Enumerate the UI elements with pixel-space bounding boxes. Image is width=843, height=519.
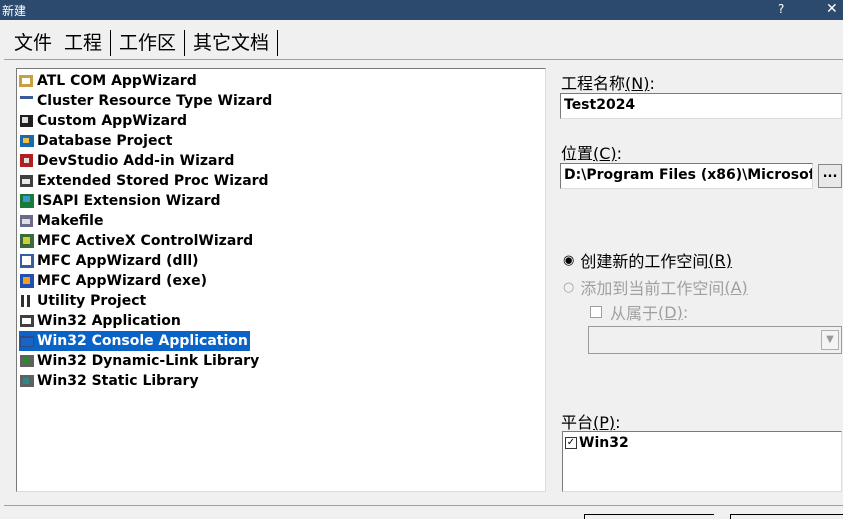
tab-divider xyxy=(110,30,112,56)
makefile-icon xyxy=(19,213,35,229)
tab-projects[interactable]: 工程 xyxy=(58,29,109,57)
list-item-cluster-resource-type-wizard[interactable]: Cluster Resource Type Wizard xyxy=(19,91,272,111)
mfc-dll-icon xyxy=(19,253,35,269)
win32-app-icon xyxy=(19,313,35,329)
list-item-custom-appwizard[interactable]: Custom AppWizard xyxy=(19,111,187,131)
dialog-divider xyxy=(4,505,843,506)
help-icon[interactable]: ? xyxy=(778,2,784,16)
list-item-label: Makefile xyxy=(37,213,104,229)
list-item-utility-project[interactable]: Utility Project xyxy=(19,291,146,311)
atl-wizard-icon xyxy=(19,73,35,89)
list-item-label: DevStudio Add-in Wizard xyxy=(37,153,235,169)
list-item-win32-application[interactable]: Win32 Application xyxy=(19,311,181,331)
list-item-label: Custom AppWizard xyxy=(37,113,187,129)
location-input[interactable]: D:\Program Files (x86)\Microsoft xyxy=(560,163,813,189)
checkbox-checked-icon: ✓ xyxy=(565,437,577,449)
list-item-mfc-activex-controlwizard[interactable]: MFC ActiveX ControlWizard xyxy=(19,231,253,251)
project-name-input[interactable]: Test2024 xyxy=(560,93,842,119)
list-item-win32-console-application[interactable]: Win32 Console Application xyxy=(19,331,250,351)
tab-workspaces[interactable]: 工作区 xyxy=(113,29,182,57)
list-item-atl-com-appwizard[interactable]: ATL COM AppWizard xyxy=(19,71,197,91)
lib-icon xyxy=(19,373,35,389)
create-new-workspace-radio[interactable]: ◉ 创建新的工作空间 (R) xyxy=(563,248,732,272)
console-icon xyxy=(19,333,35,349)
platform-label: 平台(P): xyxy=(561,413,621,432)
project-name-label: 工程名称(N): xyxy=(561,74,655,93)
tab-files[interactable]: 文件 xyxy=(8,29,58,57)
mfc-exe-icon xyxy=(19,273,35,289)
list-item-extended-stored-proc-wizard[interactable]: Extended Stored Proc Wizard xyxy=(19,171,269,191)
list-item-label: Win32 Dynamic-Link Library xyxy=(37,353,260,369)
list-item-label: Database Project xyxy=(37,133,173,149)
checkbox-empty-icon xyxy=(590,306,602,318)
list-item-isapi-extension-wizard[interactable]: ISAPI Extension Wizard xyxy=(19,191,221,211)
tab-other-documents[interactable]: 其它文档 xyxy=(187,29,275,57)
tab-divider xyxy=(184,30,186,56)
tab-divider xyxy=(277,30,279,56)
radio-empty-icon: ○ xyxy=(563,279,575,295)
depends-on-checkbox[interactable]: 从属于 (D): xyxy=(590,300,688,324)
list-item-label: ATL COM AppWizard xyxy=(37,73,197,89)
list-item-makefile[interactable]: Makefile xyxy=(19,211,103,231)
title-bar: 新建 ? ✕ xyxy=(0,0,843,20)
list-item-label: Win32 Static Library xyxy=(37,373,199,389)
close-icon[interactable]: ✕ xyxy=(826,1,838,17)
list-item-mfc-appwizard-exe[interactable]: MFC AppWizard (exe) xyxy=(19,271,207,291)
utility-icon xyxy=(19,293,35,309)
list-item-label: Utility Project xyxy=(37,293,147,309)
list-item-label: ISAPI Extension Wizard xyxy=(37,193,221,209)
platform-item-win32[interactable]: ✓ Win32 xyxy=(565,435,629,451)
radio-selected-icon: ◉ xyxy=(563,252,575,268)
globe-icon xyxy=(19,193,35,209)
add-to-current-workspace-radio[interactable]: ○ 添加到当前工作空间 (A) xyxy=(563,275,748,299)
depends-on-combo[interactable]: ▼ xyxy=(588,326,842,354)
browse-button[interactable]: ... xyxy=(818,164,842,188)
window-title: 新建 xyxy=(2,4,27,18)
list-item-label: MFC AppWizard (exe) xyxy=(37,273,207,289)
list-item-devstudio-add-in-wizard[interactable]: DevStudio Add-in Wizard xyxy=(19,151,234,171)
database-icon xyxy=(19,133,35,149)
cancel-button[interactable] xyxy=(730,514,843,519)
tab-strip: 文件 工程 工作区 其它文档 xyxy=(8,28,280,58)
list-item-win32-static-library[interactable]: Win32 Static Library xyxy=(19,371,199,391)
addin-icon xyxy=(19,153,35,169)
list-item-mfc-appwizard-dll[interactable]: MFC AppWizard (dll) xyxy=(19,251,199,271)
list-item-label: Extended Stored Proc Wizard xyxy=(37,173,269,189)
list-item-label: Win32 Console Application xyxy=(37,333,250,349)
tab-panel-border xyxy=(4,59,843,60)
list-item-label: Cluster Resource Type Wizard xyxy=(37,93,273,109)
list-item-database-project[interactable]: Database Project xyxy=(19,131,172,151)
list-item-label: MFC AppWizard (dll) xyxy=(37,253,199,269)
location-label: 位置(C): xyxy=(561,144,623,163)
custom-wizard-icon xyxy=(19,113,35,129)
list-item-label: MFC ActiveX ControlWizard xyxy=(37,233,254,249)
activex-icon xyxy=(19,233,35,249)
cluster-icon xyxy=(19,93,35,109)
list-item-win32-dynamic-link-library[interactable]: Win32 Dynamic-Link Library xyxy=(19,351,259,371)
chevron-down-icon[interactable]: ▼ xyxy=(821,330,839,350)
project-type-list[interactable]: ATL COM AppWizard Cluster Resource Type W… xyxy=(16,68,546,492)
list-item-label: Win32 Application xyxy=(37,313,181,329)
stored-proc-icon xyxy=(19,173,35,189)
dll-icon xyxy=(19,353,35,369)
platform-list[interactable]: ✓ Win32 xyxy=(562,431,842,492)
ok-button[interactable] xyxy=(584,514,714,519)
